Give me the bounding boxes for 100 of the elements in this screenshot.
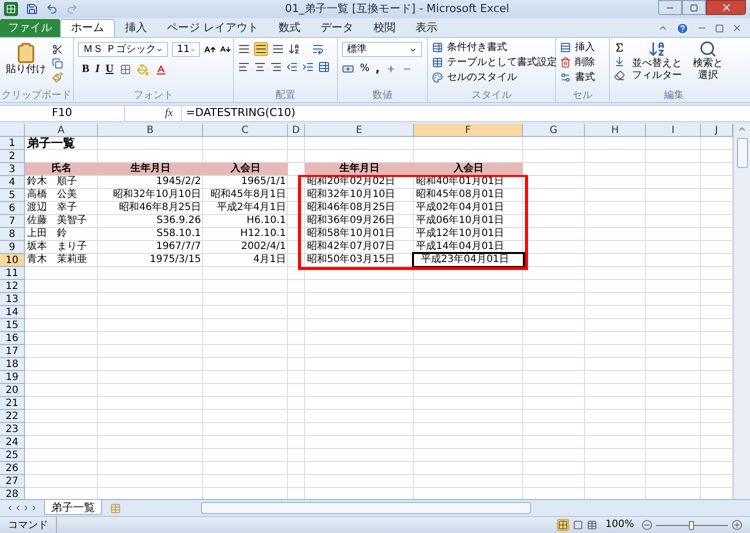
vertical-scrollbar[interactable] xyxy=(733,124,750,499)
paste-button[interactable]: 貼り付け xyxy=(4,42,48,80)
column-header[interactable]: H xyxy=(585,124,646,137)
row-header[interactable]: 15 xyxy=(0,319,25,332)
zoom-out-icon[interactable] xyxy=(642,520,652,530)
horizontal-scrollbar[interactable] xyxy=(201,502,531,514)
comma-button[interactable]: , xyxy=(376,63,380,75)
close-button[interactable] xyxy=(706,0,746,15)
row-header[interactable]: 26 xyxy=(0,462,25,475)
font-name-field[interactable]: ＭＳ Ｐゴシック xyxy=(78,42,168,57)
column-header[interactable]: F xyxy=(414,124,523,137)
column-header[interactable]: J xyxy=(701,124,733,137)
edit-menu-button[interactable]: 並べ替えとフィルター xyxy=(629,40,685,82)
clear-icon[interactable] xyxy=(614,70,625,81)
column-header[interactable]: C xyxy=(203,124,288,137)
last-sheet-icon[interactable] xyxy=(30,504,38,512)
row-header[interactable]: 17 xyxy=(0,345,25,358)
column-header[interactable]: D xyxy=(288,124,305,137)
column-header[interactable]: B xyxy=(98,124,203,137)
style-menu-button[interactable]: テーブルとして書式設定 xyxy=(432,55,557,70)
column-header[interactable]: I xyxy=(646,124,701,137)
row-header[interactable]: 11 xyxy=(0,267,25,280)
fill-color-icon[interactable] xyxy=(136,64,149,76)
ribbon-tab[interactable]: 数式 xyxy=(268,19,310,37)
number-format-field[interactable]: 標準 xyxy=(342,42,422,57)
indent-increase-icon[interactable] xyxy=(302,61,314,73)
row-header[interactable]: 9 xyxy=(0,241,25,254)
undo-icon[interactable] xyxy=(46,3,58,15)
cut-icon[interactable] xyxy=(52,44,63,55)
normal-view-icon[interactable] xyxy=(557,519,570,531)
row-header[interactable]: 1 xyxy=(0,137,25,150)
format-button[interactable]: U xyxy=(106,63,114,76)
sum-icon[interactable] xyxy=(614,42,625,53)
row-header[interactable]: 24 xyxy=(0,436,25,449)
maximize-button[interactable] xyxy=(682,0,706,15)
percent-button[interactable]: % xyxy=(360,63,370,75)
name-box[interactable]: F10 xyxy=(0,106,125,121)
indent-decrease-icon[interactable] xyxy=(286,61,298,73)
restore-icon[interactable] xyxy=(715,24,724,32)
align-left-icon[interactable] xyxy=(238,61,250,73)
ribbon-tab[interactable]: ホーム xyxy=(60,19,115,37)
slider-thumb[interactable] xyxy=(689,520,694,530)
row-header[interactable]: 25 xyxy=(0,449,25,462)
row-header[interactable]: 7 xyxy=(0,215,25,228)
format-painter-icon[interactable] xyxy=(52,72,63,83)
align-bottom-icon[interactable] xyxy=(272,43,284,55)
align-top-icon[interactable] xyxy=(238,43,250,55)
column-header[interactable]: E xyxy=(305,124,414,137)
border-icon[interactable] xyxy=(120,64,131,75)
excel-logo-icon[interactable] xyxy=(4,2,18,16)
row-header[interactable]: 22 xyxy=(0,410,25,423)
formula-field[interactable]: =DATESTRING(C10) xyxy=(180,106,750,121)
row-header[interactable]: 3 xyxy=(0,163,25,176)
wrap-text-icon[interactable] xyxy=(312,43,324,55)
close-icon[interactable] xyxy=(732,23,742,33)
row-header[interactable]: 10 xyxy=(0,254,25,267)
row-header[interactable]: 6 xyxy=(0,202,25,215)
zoom-slider[interactable] xyxy=(656,520,728,530)
currency-icon[interactable] xyxy=(342,63,354,75)
ribbon-tab[interactable]: 挿入 xyxy=(115,19,157,37)
font-size-field[interactable]: 11 xyxy=(172,42,200,57)
font-color-icon[interactable] xyxy=(154,64,167,76)
sheet-tab[interactable]: 弟子一覧 xyxy=(44,500,102,515)
row-header[interactable]: 12 xyxy=(0,280,25,293)
shrink-font-icon[interactable] xyxy=(220,44,231,55)
file-tab[interactable]: ファイル xyxy=(0,19,60,37)
ribbon-tab[interactable]: データ xyxy=(310,19,364,37)
align-right-icon[interactable] xyxy=(270,61,282,73)
save-icon[interactable] xyxy=(26,3,38,15)
grow-font-icon[interactable] xyxy=(204,44,216,56)
zoom-in-icon[interactable] xyxy=(732,520,742,530)
row-header[interactable]: 21 xyxy=(0,397,25,410)
style-menu-button[interactable]: 条件付き書式 xyxy=(432,40,507,55)
align-middle-icon[interactable] xyxy=(254,42,268,56)
row-header[interactable]: 8 xyxy=(0,228,25,241)
row-header[interactable]: 18 xyxy=(0,358,25,371)
column-header[interactable]: A xyxy=(25,124,98,137)
cell-menu-button[interactable]: 書式 xyxy=(560,70,595,85)
row-header[interactable]: 23 xyxy=(0,423,25,436)
scroll-thumb[interactable] xyxy=(736,138,748,168)
row-header[interactable]: 16 xyxy=(0,332,25,345)
cell-menu-button[interactable]: 削除 xyxy=(560,55,595,70)
row-header[interactable]: 4 xyxy=(0,176,25,189)
row-header[interactable]: 28 xyxy=(0,488,25,499)
next-sheet-icon[interactable] xyxy=(22,504,30,512)
help-icon[interactable] xyxy=(676,22,689,34)
row-header[interactable]: 20 xyxy=(0,384,25,397)
first-sheet-icon[interactable] xyxy=(6,504,14,512)
row-header[interactable]: 13 xyxy=(0,293,25,306)
row-header[interactable]: 19 xyxy=(0,371,25,384)
edit-menu-button[interactable]: 検索と選択 xyxy=(689,40,727,82)
row-header[interactable]: 14 xyxy=(0,306,25,319)
ribbon-tab[interactable]: 表示 xyxy=(406,19,448,37)
align-center-icon[interactable] xyxy=(254,61,266,73)
zoom-level[interactable]: 100% xyxy=(605,519,634,531)
column-header[interactable]: G xyxy=(523,124,585,137)
row-header[interactable]: 5 xyxy=(0,189,25,202)
format-button[interactable]: B xyxy=(82,63,90,76)
previous-sheet-icon[interactable] xyxy=(14,504,22,512)
cell-menu-button[interactable]: 挿入 xyxy=(560,40,595,55)
